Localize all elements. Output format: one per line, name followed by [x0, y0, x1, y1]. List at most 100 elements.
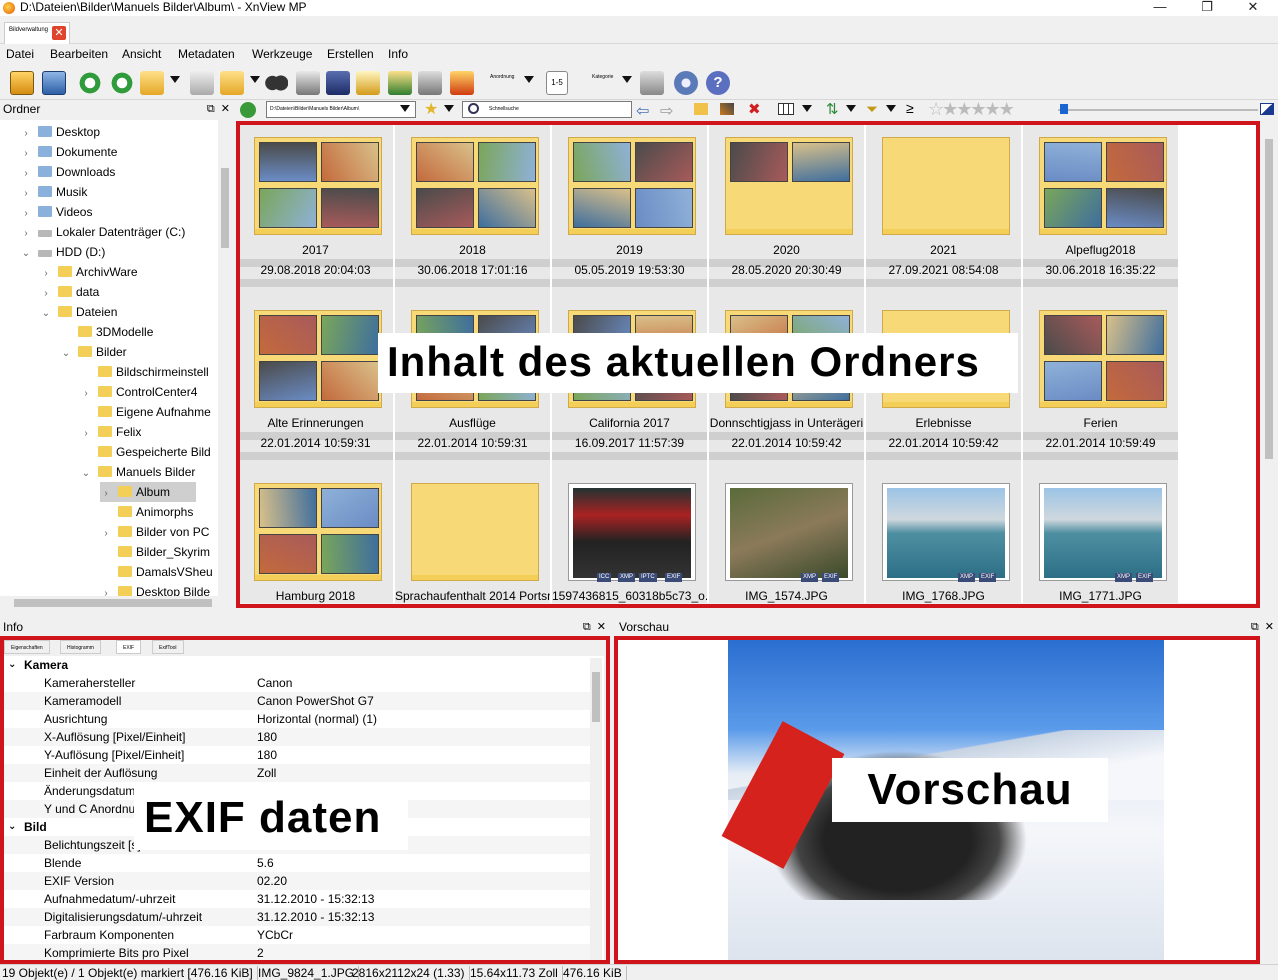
tab-exiftool[interactable]: ExifTool: [152, 640, 184, 654]
settings-icon[interactable]: [674, 71, 698, 95]
tree-vertical-scrollbar[interactable]: [218, 120, 232, 596]
tree-item[interactable]: › ArchivWare: [40, 262, 137, 284]
expand-chevron-icon[interactable]: ›: [20, 224, 32, 244]
delete-icon[interactable]: ✖: [748, 100, 761, 118]
expand-chevron-icon[interactable]: ›: [100, 484, 112, 504]
grid-vertical-scrollbar[interactable]: [1262, 123, 1276, 610]
tree-item[interactable]: › Videos: [20, 202, 92, 222]
menu-metadaten[interactable]: Metadaten: [178, 47, 235, 61]
expand-chevron-icon[interactable]: ›: [100, 524, 112, 544]
help-icon[interactable]: ?: [706, 71, 730, 95]
chevron-down-icon[interactable]: [250, 76, 260, 83]
rating-stars-icon[interactable]: ☆★★★★★: [928, 99, 1015, 120]
binoculars-icon[interactable]: [264, 71, 288, 95]
convert-icon[interactable]: [356, 71, 380, 95]
camera-icon[interactable]: [418, 71, 442, 95]
tab-histogramm[interactable]: Histogramm: [60, 640, 101, 654]
rating-filter-icon[interactable]: 1-5: [546, 71, 568, 95]
scroll-thumb[interactable]: [1265, 139, 1273, 459]
thumbnail-item[interactable]: Alpeflug2018 30.06.2018 16:35:22: [1023, 123, 1178, 297]
panel-float-close-icon[interactable]: ⧉ ✕: [583, 619, 606, 636]
menu-ansicht[interactable]: Ansicht: [122, 47, 161, 61]
thumbnail-item[interactable]: EXIF XMP IMG_1771.JPG: [1023, 469, 1178, 603]
expand-chevron-icon[interactable]: ›: [40, 264, 52, 284]
rotate-right-icon[interactable]: [110, 71, 134, 95]
tab-close-icon[interactable]: ✕: [52, 26, 66, 40]
panel-float-close-icon[interactable]: ⧉ ✕: [207, 101, 230, 118]
chevron-down-icon[interactable]: [846, 105, 856, 112]
copy-icon[interactable]: [190, 71, 214, 95]
expand-chevron-icon[interactable]: ›: [80, 384, 92, 404]
scanner-icon[interactable]: [326, 71, 350, 95]
menu-datei[interactable]: Datei: [6, 47, 34, 61]
menu-erstellen[interactable]: Erstellen: [327, 47, 374, 61]
collapse-chevron-icon[interactable]: ⌄: [8, 818, 16, 836]
thumbnail-item[interactable]: Alte Erinnerungen 22.01.2014 10:59:31: [238, 296, 393, 470]
exif-scrollbar[interactable]: [590, 658, 602, 960]
view-mode-icon[interactable]: [778, 103, 794, 115]
tree-item[interactable]: DamalsVSheu: [100, 562, 213, 582]
tree-item[interactable]: › Lokaler Datenträger (C:): [20, 222, 185, 242]
menu-werkzeuge[interactable]: Werkzeuge: [252, 47, 312, 61]
chevron-down-icon[interactable]: [170, 76, 180, 83]
tree-item[interactable]: Animorphs: [100, 502, 193, 522]
tree-item[interactable]: › Bilder von PC: [100, 522, 209, 542]
exif-section[interactable]: ⌄ Kamera: [4, 656, 594, 674]
fullscreen-browser-icon[interactable]: [10, 71, 34, 95]
quick-search-input[interactable]: Schnellsuche: [462, 101, 632, 118]
thumbnail-item[interactable]: 2017 29.08.2018 20:04:03: [238, 123, 393, 297]
thumbnail-item[interactable]: EXIF IPTC XMP ICC 1597436815_60318b5c73_o.jp…: [552, 469, 707, 603]
path-dropdown-icon[interactable]: [400, 105, 410, 112]
print-icon[interactable]: [296, 71, 320, 95]
tree-item[interactable]: › Musik: [20, 182, 87, 202]
fit-view-icon[interactable]: [42, 71, 66, 95]
slideshow-icon[interactable]: [450, 71, 474, 95]
expand-chevron-icon[interactable]: ›: [20, 144, 32, 164]
batch-icon[interactable]: [388, 71, 412, 95]
tree-item[interactable]: › Desktop Bilde: [100, 582, 210, 596]
maximize-button[interactable]: ❐: [1184, 0, 1230, 15]
tree-item[interactable]: 3DModelle: [60, 322, 153, 342]
collapse-chevron-icon[interactable]: ⌄: [8, 656, 16, 674]
thumbnail-item[interactable]: EXIF XMP IMG_1574.JPG: [709, 469, 864, 603]
scroll-thumb[interactable]: [592, 672, 600, 722]
folder-tree[interactable]: › Desktop › Dokumente › Downloads › Musik › Video…: [0, 120, 232, 596]
thumbnail-item[interactable]: 2021 27.09.2021 08:54:08: [866, 123, 1021, 297]
thumbnail-item[interactable]: Sprachaufenthalt 2014 Portsmouth: [395, 469, 550, 603]
chevron-down-icon[interactable]: [886, 105, 896, 112]
favorites-star-icon[interactable]: ★: [424, 101, 438, 118]
menu-bearbeiten[interactable]: Bearbeiten: [50, 47, 108, 61]
tab-eigenschaften[interactable]: Eigenschaften: [4, 640, 50, 654]
scroll-thumb[interactable]: [14, 599, 212, 607]
move-to-icon[interactable]: [140, 71, 164, 95]
tree-item[interactable]: ⌄ Bilder: [60, 342, 127, 362]
thumbnail-item[interactable]: 2020 28.05.2020 20:30:49: [709, 123, 864, 297]
category-label[interactable]: Kategorie: [592, 74, 613, 80]
expand-chevron-icon[interactable]: ›: [40, 284, 52, 304]
new-folder-icon[interactable]: [694, 103, 708, 115]
tree-item[interactable]: › Dokumente: [20, 142, 117, 162]
tree-item[interactable]: › Downloads: [20, 162, 115, 182]
panel-float-close-icon[interactable]: ⧉ ✕: [1251, 619, 1274, 636]
tree-item[interactable]: Bildschirmeinstell: [80, 362, 209, 382]
tree-item[interactable]: › data: [40, 282, 99, 302]
tree-item[interactable]: › ControlCenter4: [80, 382, 197, 402]
thumbnail-item[interactable]: Hamburg 2018: [238, 469, 393, 603]
chevron-down-icon[interactable]: [802, 105, 812, 112]
expand-chevron-icon[interactable]: ›: [20, 124, 32, 144]
path-input[interactable]: D:\Dateien\Bilder\Manuels Bilder\Album\: [266, 101, 416, 118]
chevron-down-icon[interactable]: [622, 76, 632, 83]
tree-item[interactable]: ⌄ Manuels Bilder: [80, 462, 196, 482]
tree-item[interactable]: Bilder_Skyrim: [100, 542, 210, 562]
tree-item[interactable]: › Felix: [80, 422, 141, 442]
chevron-down-icon[interactable]: [444, 105, 454, 112]
tree-item[interactable]: › Album: [100, 482, 196, 502]
expand-chevron-icon[interactable]: ›: [100, 584, 112, 596]
chevron-down-icon[interactable]: [524, 76, 534, 83]
rename-icon[interactable]: [720, 103, 734, 115]
export-folder-icon[interactable]: [220, 71, 244, 95]
forward-arrow-icon[interactable]: ⇨: [660, 101, 673, 121]
slider-handle[interactable]: [1060, 104, 1068, 114]
scroll-thumb[interactable]: [221, 168, 229, 248]
sort-label[interactable]: Anordnung: [490, 74, 514, 80]
